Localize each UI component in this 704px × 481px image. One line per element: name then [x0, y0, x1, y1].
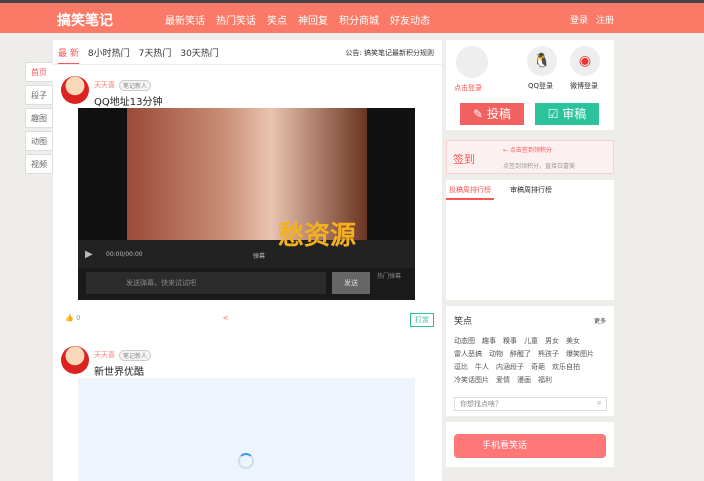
tag-link[interactable]: 欢乐自拍	[552, 362, 580, 372]
logo[interactable]: 搞笑笔记	[57, 10, 113, 30]
tab-30d[interactable]: 30天热门	[180, 46, 218, 65]
tag-link[interactable]: 熊孩子	[538, 349, 559, 359]
review-label: 审稿	[562, 107, 587, 121]
tag-list: 动态图 趣事 糗事 儿童 男女 美女雷人恶搞 动物 醉醒了 熊孩子 爆笑图片逗比 牛人 内涵段子 奇葩欢…	[446, 336, 614, 385]
danmu-input[interactable]: 发送弹幕，快来试试吧	[86, 272, 326, 294]
tag-link[interactable]: 动物	[489, 349, 503, 359]
login-link[interactable]: 登录	[570, 13, 588, 26]
tag-link[interactable]: 爱情	[496, 375, 510, 385]
loading-spinner-icon	[238, 453, 254, 469]
search-icon[interactable]: ⌕	[597, 398, 601, 408]
reward-button[interactable]: 打赏	[410, 313, 434, 327]
checkin-button[interactable]: 签到	[453, 151, 475, 167]
more-link[interactable]: 更多	[594, 316, 606, 325]
notice[interactable]: 公告: 搞笑笔记最新积分规则	[345, 48, 434, 58]
rank-panel: 投稿周排行榜 审稿周排行榜	[446, 180, 614, 300]
tag-link[interactable]: 爆笑图片	[566, 349, 594, 359]
main-nav: 最新笑话 热门笑话 笑点 神回复 积分商城 好友动态	[165, 12, 430, 27]
action-panel: ✎ 投稿 ☑ 审稿	[446, 100, 614, 130]
leftnav-gifs[interactable]: 动图	[25, 131, 53, 151]
video-time: 00:00/00:00	[106, 251, 143, 258]
video-controls: ▶ 00:00/00:00 弹幕	[78, 240, 415, 268]
tag-link[interactable]: 牛人	[475, 362, 489, 372]
search-input[interactable]: 你想找点啥？	[454, 397, 607, 411]
leftnav-jokes[interactable]: 段子	[25, 85, 53, 105]
review-button[interactable]: ☑ 审稿	[535, 103, 599, 125]
tab-review-rank[interactable]: 审稿周排行榜	[510, 185, 552, 195]
tag-link[interactable]: 儿童	[524, 336, 538, 346]
checkin-desc: 点签到领积分，直接白富美	[503, 163, 576, 170]
weibo-icon[interactable]: ◉	[570, 46, 600, 76]
leftnav-home[interactable]: 首页	[25, 62, 53, 82]
default-avatar[interactable]	[456, 46, 488, 78]
weibo-login[interactable]: 微博登录	[570, 81, 598, 91]
tab-8h[interactable]: 8小时热门	[88, 46, 130, 65]
like-icon[interactable]: 👍	[65, 314, 74, 322]
hot-danmu[interactable]: 热门弹幕	[377, 271, 401, 280]
mobile-panel: 手机看笑话	[446, 422, 614, 467]
tag-link[interactable]: 奇葩	[531, 362, 545, 372]
login-panel: 点击登录 🐧 QQ登录 ◉ 微博登录	[446, 40, 614, 100]
tag-link[interactable]: 趣事	[482, 336, 496, 346]
tag-link[interactable]: 美女	[566, 336, 580, 346]
share-icon[interactable]: <	[223, 314, 229, 322]
nav-mall[interactable]: 积分商城	[339, 12, 379, 27]
tag-link[interactable]: 动态图	[454, 336, 475, 346]
video-player[interactable]: ▶ 00:00/00:00 弹幕 发送弹幕，快来试试吧 发送 热门弹幕	[78, 108, 415, 300]
avatar[interactable]	[61, 346, 89, 374]
tags-title: 笑点	[454, 317, 473, 327]
checkin-hint: ← 点击签到领积分	[503, 147, 552, 154]
video-loading[interactable]	[78, 378, 415, 481]
mobile-label: 手机看笑话	[482, 441, 528, 451]
danmu-toggle[interactable]: 弹幕	[253, 251, 265, 260]
tag-link[interactable]: 福利	[538, 375, 552, 385]
main-feed: 最 新 8小时热门 7天热门 30天热门 公告: 搞笑笔记最新积分规则 天天喜 …	[53, 40, 442, 481]
submit-button[interactable]: ✎ 投稿	[460, 103, 524, 125]
qq-login[interactable]: QQ登录	[528, 81, 553, 91]
left-nav: 首页 段子 趣图 动图 视频	[25, 62, 53, 177]
tag-link[interactable]: 冷笑话图片	[454, 375, 489, 385]
leftnav-videos[interactable]: 视频	[25, 154, 53, 174]
tag-link[interactable]: 男女	[545, 336, 559, 346]
submit-label: 投稿	[486, 107, 511, 121]
tag-link[interactable]: 醉醒了	[510, 349, 531, 359]
tab-submit-rank[interactable]: 投稿周排行榜	[446, 185, 494, 200]
post-title[interactable]: QQ地址13分钟	[94, 93, 162, 108]
divider	[53, 64, 442, 65]
tag-link[interactable]: 雷人恶搞	[454, 349, 482, 359]
like-count: 0	[75, 314, 81, 322]
tab-latest[interactable]: 最 新	[58, 46, 79, 65]
watermark: 愁资源	[278, 221, 357, 251]
username[interactable]: 天天喜	[94, 350, 115, 360]
avatar[interactable]	[61, 76, 89, 104]
nav-latest[interactable]: 最新笑话	[165, 12, 205, 27]
danmu-send-button[interactable]: 发送	[332, 272, 370, 294]
header: 搞笑笔记 最新笑话 热门笑话 笑点 神回复 积分商城 好友动态 登录 注册	[0, 3, 704, 33]
nav-points[interactable]: 笑点	[267, 12, 287, 27]
tags-panel: 笑点 更多 动态图 趣事 糗事 儿童 男女 美女雷人恶搞 动物 醉醒了 熊孩子 爆笑图片逗比 牛人内…	[446, 306, 614, 416]
user-badge: 笔记新人	[119, 80, 152, 91]
tag-link[interactable]: 逗比	[454, 362, 468, 372]
click-login[interactable]: 点击登录	[454, 83, 482, 93]
tag-link[interactable]: 糗事	[503, 336, 517, 346]
danmu-bar: 发送弹幕，快来试试吧 发送 热门弹幕	[78, 268, 415, 300]
tab-7d[interactable]: 7天热门	[139, 46, 172, 65]
leftnav-pics[interactable]: 趣图	[25, 108, 53, 128]
mobile-button[interactable]: 手机看笑话	[454, 434, 606, 458]
nav-hot[interactable]: 热门笑话	[216, 12, 256, 27]
tag-link[interactable]: 内涵段子	[496, 362, 524, 372]
register-link[interactable]: 注册	[596, 13, 614, 26]
nav-friends[interactable]: 好友动态	[390, 12, 430, 27]
user-badge: 笔记新人	[119, 350, 152, 361]
nav-replies[interactable]: 神回复	[298, 12, 328, 27]
username[interactable]: 天天喜	[94, 80, 115, 90]
checkin-panel: 签到 ← 点击签到领积分 点签到领积分，直接白富美	[446, 140, 614, 174]
tag-link[interactable]: 漫画	[517, 375, 531, 385]
qq-icon[interactable]: 🐧	[527, 46, 557, 76]
post-title[interactable]: 新世界优酷	[94, 363, 144, 378]
play-icon[interactable]: ▶	[85, 249, 93, 260]
